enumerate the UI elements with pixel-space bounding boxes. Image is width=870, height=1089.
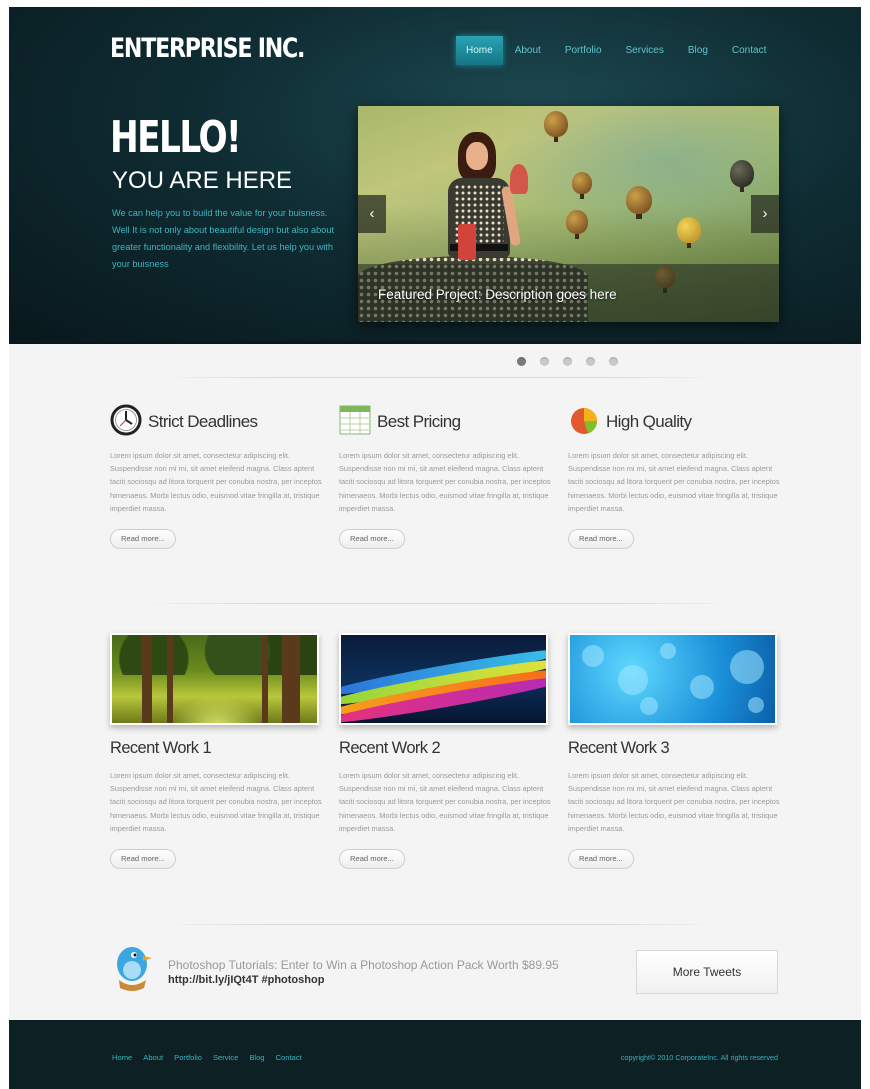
slider-prev-button[interactable]: ‹	[358, 195, 386, 233]
thumb-bokeh-circle	[690, 675, 714, 699]
thumb-bokeh-circle	[618, 665, 648, 695]
feature-text: Lorem ipsum dolor sit amet, consectetur …	[339, 451, 551, 513]
feature-text: Lorem ipsum dolor sit amet, consectetur …	[110, 451, 322, 513]
page-frame: ENTERPRISE INC. Home About Portfolio Ser…	[9, 7, 861, 1089]
recent-work-3: Recent Work 3 Lorem ipsum dolor sit amet…	[568, 633, 780, 870]
balloon-shape	[626, 186, 652, 219]
chevron-left-icon: ‹	[369, 205, 375, 222]
featured-slider[interactable]: Featured Project: Description goes here …	[358, 106, 779, 322]
slide-figure-icecream	[510, 164, 528, 194]
read-more-button[interactable]: Read more...	[339, 529, 405, 550]
feature-title: High Quality	[606, 412, 692, 431]
work-thumbnail-bokeh[interactable]	[568, 633, 777, 725]
balloon-shape	[677, 217, 701, 248]
balloon-shape	[544, 111, 568, 142]
slider-next-button[interactable]: ›	[751, 195, 779, 233]
more-tweets-button[interactable]: More Tweets	[636, 950, 778, 994]
footer-link-contact[interactable]: Contact	[276, 1053, 302, 1062]
copyright: copyright© 2010 CorporateInc. All rights…	[620, 1053, 778, 1062]
feature-best-pricing: Best Pricing Lorem ipsum dolor sit amet,…	[339, 404, 551, 550]
balloon-shape	[572, 172, 592, 199]
balloon-shape	[566, 210, 588, 239]
thumb-path	[172, 695, 262, 723]
hero-headline: HELLO!	[110, 112, 242, 163]
nav-item-home[interactable]: Home	[456, 36, 503, 65]
read-more-button[interactable]: Read more...	[110, 849, 176, 870]
feature-high-quality: High Quality Lorem ipsum dolor sit amet,…	[568, 404, 780, 550]
nav-item-contact[interactable]: Contact	[720, 36, 778, 65]
slider-dot-4[interactable]	[586, 357, 595, 366]
hero-intro: We can help you to build the value for y…	[112, 208, 335, 269]
read-more-button[interactable]: Read more...	[568, 849, 634, 870]
divider	[139, 603, 739, 604]
twitter-bird-icon	[110, 942, 156, 994]
thumb-bokeh-circle	[730, 650, 764, 684]
recent-work-1: Recent Work 1 Lorem ipsum dolor sit amet…	[110, 633, 322, 870]
slider-pagination	[517, 357, 618, 366]
pie-chart-icon	[568, 404, 600, 441]
read-more-button[interactable]: Read more...	[110, 529, 176, 550]
work-title: Recent Work 1	[110, 739, 212, 757]
slider-dot-1[interactable]	[517, 357, 526, 366]
thumb-bokeh-circle	[660, 643, 676, 659]
balloon-shape	[730, 160, 754, 192]
footer-nav: Home About Portfolio Service Blog Contac…	[112, 1053, 302, 1062]
nav-item-portfolio[interactable]: Portfolio	[553, 36, 614, 65]
feature-title: Best Pricing	[377, 412, 461, 431]
thumb-trunk	[282, 635, 300, 723]
divider	[159, 377, 719, 378]
slider-dot-2[interactable]	[540, 357, 549, 366]
logo[interactable]: ENTERPRISE INC.	[110, 33, 305, 64]
thumb-bokeh-circle	[748, 697, 764, 713]
header: ENTERPRISE INC. Home About Portfolio Ser…	[9, 7, 861, 344]
footer-link-about[interactable]: About	[143, 1053, 163, 1062]
work-title: Recent Work 3	[568, 739, 670, 757]
footer-link-blog[interactable]: Blog	[249, 1053, 264, 1062]
thumb-trunk	[262, 635, 268, 723]
feature-strict-deadlines: Strict Deadlines Lorem ipsum dolor sit a…	[110, 404, 322, 550]
hero-subheadline: YOU ARE HERE	[112, 167, 293, 194]
work-thumbnail-wave[interactable]	[339, 633, 548, 725]
thumb-bokeh-circle	[582, 645, 604, 667]
chevron-right-icon: ›	[762, 205, 768, 222]
tweet-link[interactable]: http://bit.ly/jIQt4T #photoshop	[168, 974, 324, 986]
slider-dot-3[interactable]	[563, 357, 572, 366]
spreadsheet-icon	[339, 404, 371, 441]
nav-item-about[interactable]: About	[503, 36, 553, 65]
work-title: Recent Work 2	[339, 739, 441, 757]
main-nav: Home About Portfolio Services Blog Conta…	[456, 36, 778, 65]
work-text: Lorem ipsum dolor sit amet, consectetur …	[568, 771, 780, 833]
read-more-button[interactable]: Read more...	[568, 529, 634, 550]
clock-icon	[110, 404, 142, 441]
feature-title: Strict Deadlines	[148, 412, 258, 431]
nav-item-blog[interactable]: Blog	[676, 36, 720, 65]
divider	[159, 924, 719, 925]
thumb-trunk	[142, 635, 152, 723]
slider-dot-5[interactable]	[609, 357, 618, 366]
slide-figure-bag	[458, 224, 476, 260]
footer-link-portfolio[interactable]: Portfolio	[174, 1053, 202, 1062]
work-text: Lorem ipsum dolor sit amet, consectetur …	[110, 771, 322, 833]
work-text: Lorem ipsum dolor sit amet, consectetur …	[339, 771, 551, 833]
footer: Home About Portfolio Service Blog Contac…	[9, 1020, 861, 1089]
slide-figure-face	[466, 142, 488, 170]
work-thumbnail-forest[interactable]	[110, 633, 319, 725]
tweet-text: Photoshop Tutorials: Enter to Win a Phot…	[168, 958, 559, 972]
feature-text: Lorem ipsum dolor sit amet, consectetur …	[568, 451, 780, 513]
nav-item-services[interactable]: Services	[614, 36, 676, 65]
footer-link-service[interactable]: Service	[213, 1053, 238, 1062]
recent-work-2: Recent Work 2 Lorem ipsum dolor sit amet…	[339, 633, 551, 870]
footer-link-home[interactable]: Home	[112, 1053, 132, 1062]
read-more-button[interactable]: Read more...	[339, 849, 405, 870]
slide-caption[interactable]: Featured Project: Description goes here	[378, 287, 617, 302]
thumb-bokeh-circle	[640, 697, 658, 715]
